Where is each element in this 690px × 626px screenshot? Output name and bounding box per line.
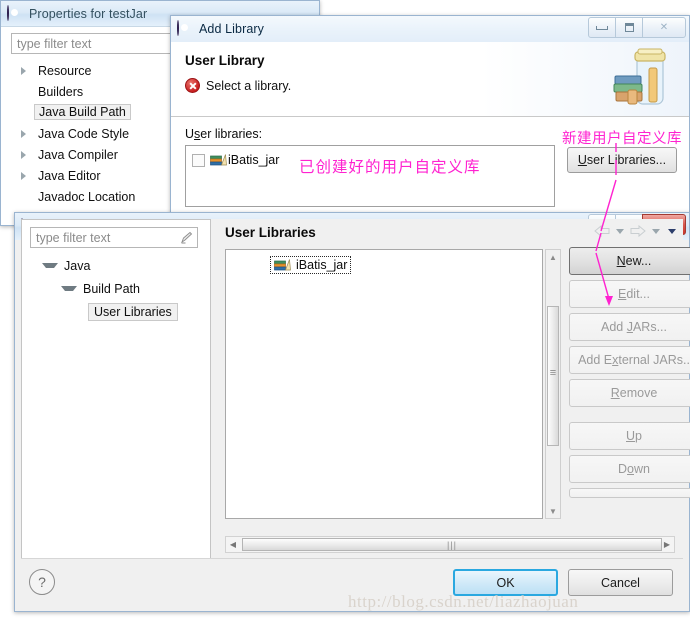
user-libraries-button[interactable]: User Libraries... (567, 147, 677, 173)
up-button-label: Up (626, 429, 642, 443)
new-button[interactable]: New... (569, 247, 690, 275)
scroll-left-icon[interactable]: ◀ (226, 540, 240, 549)
close-icon[interactable]: ✕ (642, 17, 686, 38)
no-expand-icon (21, 193, 31, 201)
forward-arrow-icon[interactable] (629, 224, 647, 238)
cancel-button-label: Cancel (601, 575, 640, 590)
expand-arrow-icon[interactable] (21, 66, 31, 75)
horizontal-scrollbar-track[interactable]: ||| (240, 537, 662, 552)
no-expand-icon (21, 88, 31, 96)
no-expand-icon (21, 109, 31, 117)
properties-window-title: Properties for testJar (29, 6, 148, 21)
horizontal-scrollbar-thumb[interactable]: ||| (242, 538, 662, 551)
preferences-nav-group[interactable] (593, 224, 679, 238)
add-library-banner: User Library Select a library. (171, 42, 689, 117)
user-libraries-button-label: User Libraries... (577, 153, 667, 167)
user-libraries-tree[interactable]: iBatis_jar (225, 249, 543, 519)
edit-button-label: Edit... (618, 287, 650, 301)
horizontal-scrollbar[interactable]: ◀ ||| ▶ (225, 536, 675, 553)
forward-dropdown-icon[interactable] (652, 228, 660, 234)
library-jar-icon (611, 46, 679, 112)
add-external-jars-button-label: Add External JARs.. (578, 353, 690, 367)
tree-item-user-libraries[interactable]: User Libraries (30, 300, 206, 323)
preferences-sidebar[interactable]: type filter text Java Build Path User Li… (21, 219, 211, 559)
add-library-window-title: Add Library (199, 22, 265, 36)
scroll-right-icon[interactable]: ▶ (660, 540, 674, 549)
properties-filter-placeholder: type filter text (17, 36, 92, 51)
preferences-filter-placeholder: type filter text (36, 230, 111, 245)
library-name: iBatis_jar (296, 258, 348, 272)
preferences-content: type filter text Java Build Path User Li… (21, 219, 690, 559)
tree-item-label: Resource (38, 63, 92, 78)
tree-item-java[interactable]: Java (30, 254, 206, 277)
tree-item-label: Java Editor (38, 168, 101, 183)
page-title: User Libraries (225, 225, 316, 240)
vertical-scrollbar-thumb[interactable] (547, 306, 559, 446)
cancel-button[interactable]: Cancel (568, 569, 673, 596)
banner-message-row: Select a library. (185, 78, 291, 93)
properties-filter-input[interactable]: type filter text (11, 33, 187, 54)
banner-message: Select a library. (206, 78, 292, 93)
pencil-clear-icon[interactable] (179, 231, 193, 245)
tree-item-label: User Libraries (88, 302, 178, 321)
vertical-scrollbar[interactable]: ▲ ▼ (545, 249, 561, 519)
eclipse-icon (7, 4, 23, 22)
library-books-icon (210, 153, 227, 167)
add-jars-button-label: Add JARs... (600, 320, 667, 334)
ok-button-label: OK (496, 575, 515, 590)
remove-button[interactable]: Remove (569, 379, 690, 407)
more-button-clipped[interactable] (569, 488, 690, 498)
maximize-icon[interactable] (615, 17, 643, 38)
collapse-arrow-icon[interactable] (61, 286, 77, 291)
expand-arrow-icon[interactable] (21, 171, 31, 180)
expand-arrow-icon[interactable] (21, 129, 31, 138)
scroll-up-icon[interactable]: ▲ (546, 250, 560, 264)
new-button-label: New... (616, 254, 652, 268)
up-button[interactable]: Up (569, 422, 690, 450)
add-external-jars-button[interactable]: Add External JARs.. (569, 346, 690, 374)
preferences-main-pane: User Libraries iBatis_jar ▲ ≡ ▼ New... E… (217, 219, 690, 559)
remove-button-label: Remove (610, 386, 658, 400)
tree-item-label: Java (64, 258, 91, 273)
library-books-icon (274, 258, 291, 272)
eclipse-icon (177, 20, 193, 37)
expand-arrow-icon[interactable] (21, 150, 31, 159)
back-arrow-icon[interactable] (593, 224, 611, 238)
annotation-new-library: 新建用户自定义库 (562, 131, 682, 147)
preferences-tree[interactable]: Java Build Path User Libraries (30, 254, 206, 323)
add-library-titlebar[interactable]: Add Library ✕ (171, 16, 689, 42)
library-checkbox[interactable] (192, 153, 205, 167)
tree-item-build-path[interactable]: Build Path (30, 277, 206, 300)
help-question-icon[interactable]: ? (29, 569, 55, 595)
tree-item-label: Java Code Style (38, 126, 130, 141)
tree-item-label: Java Build Path (34, 104, 131, 120)
tree-item-label: Build Path (83, 281, 140, 296)
banner-heading: User Library (185, 53, 265, 68)
back-dropdown-icon[interactable] (616, 228, 624, 234)
library-action-buttons: New... Edit... Add JARs... Add External … (569, 247, 690, 503)
down-button[interactable]: Down (569, 455, 690, 483)
add-library-window[interactable]: Add Library ✕ User Library Select a libr… (170, 15, 690, 227)
annotation-existing-library: 已创建好的用户自定义库 (299, 158, 481, 176)
error-icon (185, 78, 200, 93)
add-jars-button[interactable]: Add JARs... (569, 313, 690, 341)
tree-item-label: Java Compiler (38, 147, 118, 162)
minimize-icon[interactable] (588, 17, 616, 38)
tree-item-label: Javadoc Location (38, 189, 136, 204)
watermark: http://blog.csdn.net/liazhaojuan (348, 592, 579, 611)
tree-item-label: Builders (38, 84, 84, 99)
library-name: iBatis_jar (228, 153, 280, 167)
list-item[interactable]: iBatis_jar (270, 256, 352, 274)
preferences-window[interactable]: Preferences (Filtered) ✕ type filter tex… (14, 212, 690, 612)
scroll-down-icon[interactable]: ▼ (546, 504, 560, 518)
edit-button[interactable]: Edit... (569, 280, 690, 308)
add-library-window-buttons[interactable]: ✕ (588, 17, 686, 38)
preferences-filter-input[interactable]: type filter text (30, 227, 198, 248)
view-menu-icon[interactable] (668, 228, 676, 234)
collapse-arrow-icon[interactable] (42, 263, 58, 268)
down-button-label: Down (618, 462, 650, 476)
